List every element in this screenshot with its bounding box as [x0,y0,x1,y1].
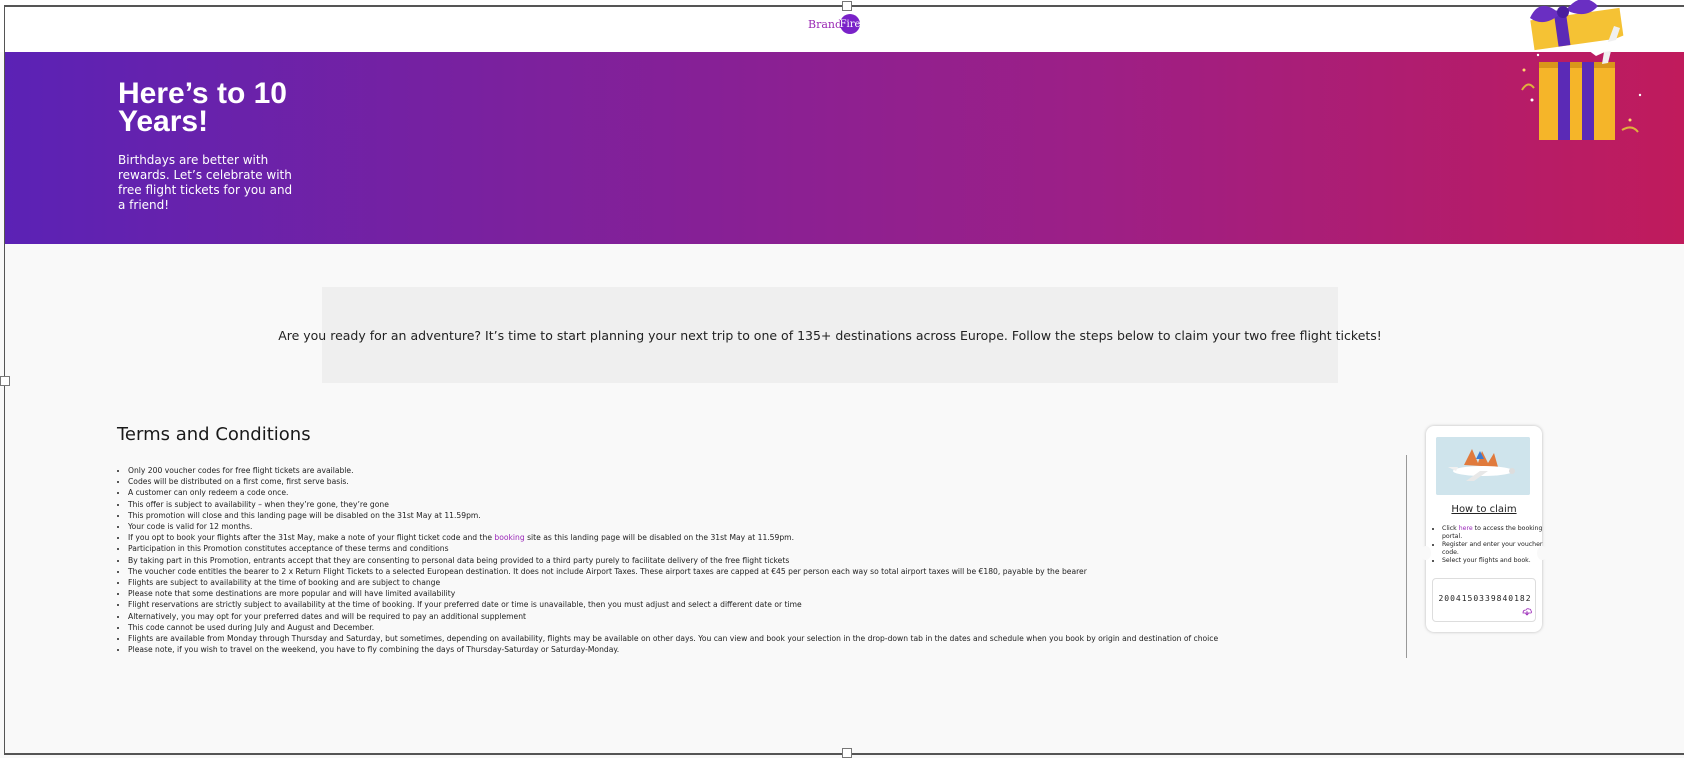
voucher-code-box: 2004150339840182 [1432,578,1536,622]
terms-item: A customer can only redeem a code once. [128,487,1408,498]
claim-step-text: Click [1442,525,1459,532]
gift-box-illustration [1521,0,1642,140]
terms-item: This code cannot be used during July and… [128,622,1408,633]
ticket-notch-right [1537,546,1547,560]
booking-link[interactable]: booking [494,533,524,542]
resize-handle-left[interactable] [0,376,10,386]
terms-item: This promotion will close and this landi… [128,510,1408,521]
hero-banner: Here’s to 10 Years! Birthdays are better… [5,52,1684,244]
terms-item: Only 200 voucher codes for free flight t… [128,465,1408,476]
terms-item: This offer is subject to availability – … [128,499,1408,510]
terms-item: Flights are subject to availability at t… [128,577,1408,588]
claim-card: How to claim Click here to access the bo… [1421,426,1547,632]
terms-list: Only 200 voucher codes for free flight t… [117,465,1408,655]
intro-text: Are you ready for an adventure? It’s tim… [278,327,1382,343]
terms-item: By taking part in this Promotion, entran… [128,555,1408,566]
resize-handle-bottom[interactable] [842,748,852,758]
brand-logo[interactable]: Brand Fire [808,14,860,34]
terms-item: Codes will be distributed on a first com… [128,476,1408,487]
claim-step: Select your flights and book. [1442,557,1550,565]
claim-step: Click here to access the booking portal. [1442,525,1550,541]
terms-item-text: site as this landing page will be disabl… [524,533,794,543]
terms-item: Your code is valid for 12 months. [128,521,1408,532]
terms-item: Please note, if you wish to travel on th… [128,644,1408,655]
terms-item: Please note that some destinations are m… [128,588,1408,599]
intro-panel: Are you ready for an adventure? It’s tim… [278,287,1382,383]
terms-item-booking: If you opt to book your flights after th… [128,532,1408,543]
copy-icon[interactable] [1522,608,1532,616]
terms-item: Flights are available from Monday throug… [128,633,1408,644]
terms-item-text: If you opt to book your flights after th… [128,533,495,543]
hero-title: Here’s to 10 Years! [118,77,287,138]
airplane-destinations-image [1436,437,1530,495]
airplane-icon [1436,437,1530,495]
vertical-divider [1406,455,1407,658]
ticket-notch-left [1421,546,1431,560]
terms-item: The voucher code entitles the bearer to … [128,566,1408,577]
terms-item: Flight reservations are strictly subject… [128,599,1408,610]
hero-subtitle: Birthdays are better with rewards. Let’s… [118,153,293,212]
logo-mark: Fire [840,14,860,34]
claim-step: Register and enter your voucher code. [1442,541,1550,557]
terms-title: Terms and Conditions [117,424,311,445]
terms-item: Alternatively, you may opt for your pref… [128,611,1408,622]
logo-text: Brand [808,17,843,31]
portal-link[interactable]: here [1459,525,1473,532]
how-to-claim-title[interactable]: How to claim [1426,504,1542,515]
voucher-code: 2004150339840182 [1438,594,1532,603]
resize-handle-top[interactable] [842,1,852,11]
claim-steps: Click here to access the booking portal.… [1432,525,1550,565]
terms-item: Participation in this Promotion constitu… [128,543,1408,554]
